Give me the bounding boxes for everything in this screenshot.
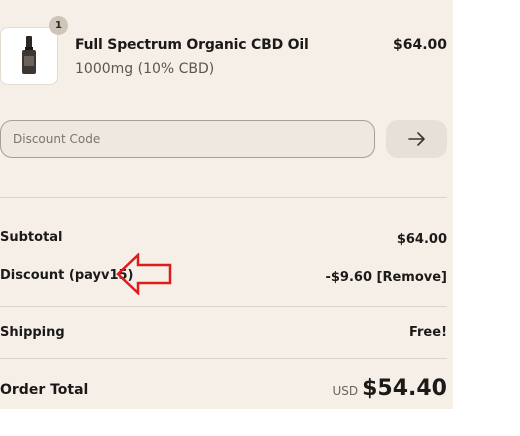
quantity-badge: 1: [49, 16, 68, 35]
subtotal-label: Subtotal: [0, 230, 63, 245]
divider: [0, 197, 447, 198]
order-summary-panel: 1 Full Spectrum Organic CBD Oil 1000mg (…: [0, 0, 453, 409]
discount-value: -$9.60: [325, 270, 377, 285]
shipping-value: Free!: [408, 325, 447, 340]
order-total-value: $54.40: [362, 376, 447, 401]
divider: [0, 306, 447, 307]
apply-discount-button[interactable]: [386, 120, 447, 158]
product-name: Full Spectrum Organic CBD Oil: [75, 37, 309, 53]
divider: [0, 358, 447, 359]
currency-code: USD: [332, 384, 359, 398]
order-total-label: Order Total: [0, 382, 89, 398]
cbd-oil-bottle-icon: [22, 36, 36, 74]
discount-code-input[interactable]: [0, 120, 375, 158]
product-variant: 1000mg (10% CBD): [75, 61, 215, 77]
arrow-right-icon: [407, 132, 425, 146]
product-price: $64.00: [392, 37, 447, 53]
left-arrow-outline-icon: [116, 253, 172, 295]
discount-value-group: -$9.60 [Remove]: [325, 270, 447, 285]
order-total-value-group: USD $54.40: [332, 376, 447, 401]
discount-label: Discount (payv15): [0, 268, 134, 283]
shipping-label: Shipping: [0, 325, 65, 340]
subtotal-value: $64.00: [396, 232, 447, 247]
remove-discount-link[interactable]: [Remove]: [377, 270, 447, 285]
